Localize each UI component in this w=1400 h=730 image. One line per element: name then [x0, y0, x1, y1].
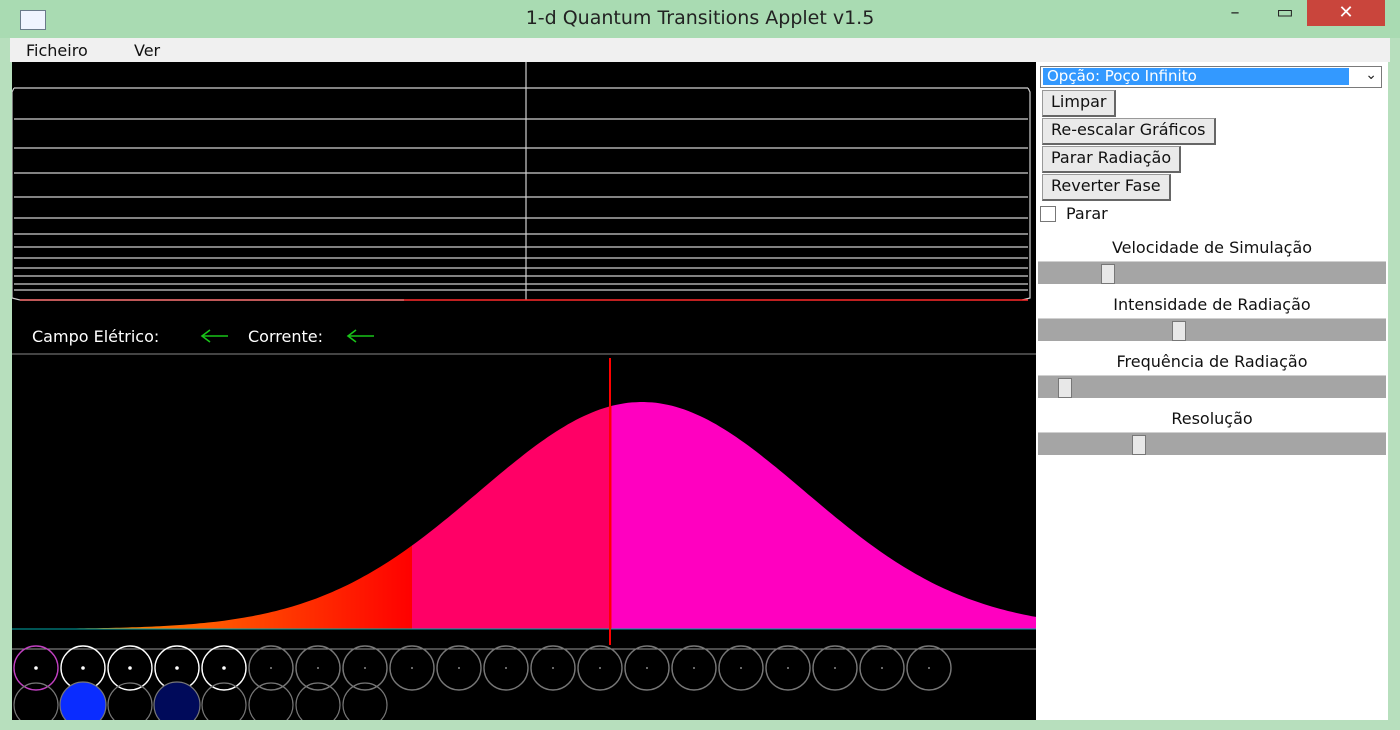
state-circle[interactable]	[153, 681, 201, 720]
state-circle[interactable]	[342, 682, 388, 720]
state-circle[interactable]	[248, 682, 294, 720]
radiation-frequency-label: Frequência de Radiação	[1116, 352, 1308, 371]
state-phase-dot	[505, 667, 507, 669]
state-phase-dot	[222, 666, 226, 670]
rescale-graphs-button[interactable]: Re-escalar Gráficos	[1042, 118, 1216, 145]
state-phase-dot	[787, 667, 789, 669]
state-phase-dot	[693, 667, 695, 669]
state-phase-dot	[881, 667, 883, 669]
minimize-button[interactable]: –	[1212, 0, 1258, 26]
slider-thumb[interactable]	[1132, 435, 1146, 455]
simulation-speed-label: Velocidade de Simulação	[1111, 238, 1313, 257]
state-phase-dot	[34, 666, 38, 670]
maximize-button[interactable]: ▭	[1262, 0, 1308, 26]
state-phase-dot	[928, 667, 930, 669]
state-phase-dot	[364, 667, 366, 669]
state-phase-dot	[552, 667, 554, 669]
control-panel: Opção: Poço Infinito ⌄ Limpar Re-escalar…	[1036, 62, 1388, 720]
clear-button[interactable]: Limpar	[1042, 90, 1117, 117]
state-circle[interactable]	[107, 682, 153, 720]
radiation-frequency-slider[interactable]	[1038, 375, 1386, 398]
electric-field-label: Campo Elétrico:	[32, 327, 159, 346]
stop-checkbox-label: Parar	[1066, 204, 1108, 223]
slider-thumb[interactable]	[1101, 264, 1115, 284]
resolution-slider[interactable]	[1038, 432, 1386, 455]
radiation-intensity-label: Intensidade de Radiação	[1113, 295, 1311, 314]
state-phase-dot	[317, 667, 319, 669]
state-phase-dot	[411, 667, 413, 669]
close-button[interactable]: ✕	[1307, 0, 1385, 26]
menu-ficheiro[interactable]: Ficheiro	[26, 41, 88, 60]
chevron-down-icon[interactable]: ⌄	[1365, 67, 1377, 83]
state-phase-dot	[740, 667, 742, 669]
current-arrow-icon	[346, 329, 374, 343]
state-phase-dot	[128, 666, 132, 670]
window-title: 1-d Quantum Transitions Applet v1.5	[525, 7, 875, 29]
menu-ver[interactable]: Ver	[134, 41, 160, 60]
resolution-label: Resolução	[1171, 409, 1253, 428]
state-circle[interactable]	[59, 681, 107, 720]
wavefunction-plot	[12, 402, 1036, 629]
title-bar: 1-d Quantum Transitions Applet v1.5 – ▭ …	[0, 0, 1400, 38]
state-phase-dot	[599, 667, 601, 669]
stop-checkbox[interactable]	[1040, 206, 1056, 222]
application-window: 1-d Quantum Transitions Applet v1.5 – ▭ …	[0, 0, 1400, 730]
state-phase-dot	[270, 667, 272, 669]
slider-thumb[interactable]	[1058, 378, 1072, 398]
radiation-intensity-slider[interactable]	[1038, 318, 1386, 341]
option-select[interactable]: Opção: Poço Infinito ⌄	[1040, 66, 1382, 88]
energy-levels-panel	[12, 62, 1031, 301]
state-phase-dot	[834, 667, 836, 669]
state-circle[interactable]	[201, 682, 247, 720]
state-circles[interactable]	[13, 645, 952, 720]
reverse-phase-button[interactable]: Reverter Fase	[1042, 174, 1171, 201]
state-phase-dot	[458, 667, 460, 669]
state-phase-dot	[81, 666, 85, 670]
state-circle[interactable]	[295, 682, 341, 720]
stop-radiation-button[interactable]: Parar Radiação	[1042, 146, 1182, 173]
simulation-speed-slider[interactable]	[1038, 261, 1386, 284]
slider-thumb[interactable]	[1172, 321, 1186, 341]
state-phase-dot	[646, 667, 648, 669]
electric-field-arrow-icon	[200, 329, 228, 343]
current-label: Corrente:	[248, 327, 323, 346]
state-phase-dot	[175, 666, 179, 670]
option-select-value: Opção: Poço Infinito	[1043, 68, 1349, 85]
menu-bar: Ficheiro Ver	[10, 38, 1390, 62]
state-circle[interactable]	[13, 682, 59, 720]
simulation-canvas[interactable]: Campo Elétrico: Corrente:	[12, 62, 1036, 720]
